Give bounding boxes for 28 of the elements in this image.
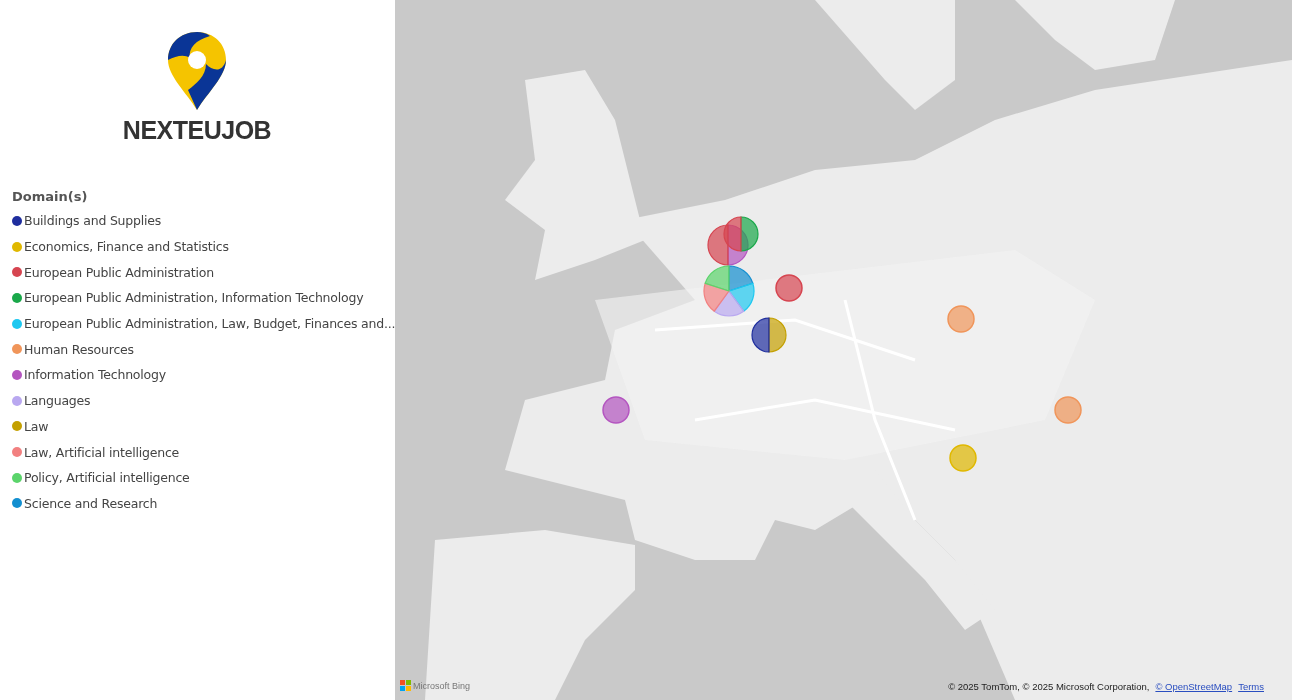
map-marker[interactable] [947, 305, 975, 333]
brand-name: NEXTEUJOB [122, 116, 272, 145]
legend-label[interactable]: Science and Research [24, 495, 158, 511]
attribution-link[interactable]: © OpenStreetMap [1155, 681, 1233, 692]
map-marker[interactable] [1054, 396, 1082, 424]
legend-label[interactable]: Law [24, 418, 49, 434]
windows-logo-icon [400, 680, 411, 691]
legend-label[interactable]: European Public Administration, Law, Budget, Finances and... [24, 316, 396, 332]
legend-label[interactable]: Policy, Artificial intelligence [24, 470, 190, 486]
map-marker[interactable] [949, 444, 977, 472]
legend-label[interactable]: Buildings and Supplies [24, 213, 162, 229]
provider-name: Microsoft Bing [413, 680, 471, 691]
map-marker[interactable] [602, 396, 630, 424]
map-marker[interactable] [775, 274, 803, 302]
legend-label[interactable]: European Public Administration, Information Technology [24, 290, 364, 306]
map-marker[interactable] [751, 317, 787, 353]
legend-label[interactable]: European Public Administration [24, 264, 214, 280]
map-marker[interactable] [723, 216, 759, 252]
map-marker[interactable] [703, 265, 755, 317]
legend-label[interactable]: Law, Artificial intelligence [24, 444, 180, 460]
legend-label[interactable]: Information Technology [24, 367, 166, 383]
logo-icon [166, 30, 228, 112]
legend-title: Domain(s) [12, 189, 89, 204]
legend-label[interactable]: Languages [24, 393, 91, 409]
legend-label[interactable]: Economics, Finance and Statistics [24, 239, 229, 255]
attribution-link[interactable]: Terms [1238, 681, 1264, 692]
attribution-text: © 2025 TomTom, © 2025 Microsoft Corporation, [948, 681, 1150, 692]
legend-label[interactable]: Human Resources [24, 341, 134, 357]
